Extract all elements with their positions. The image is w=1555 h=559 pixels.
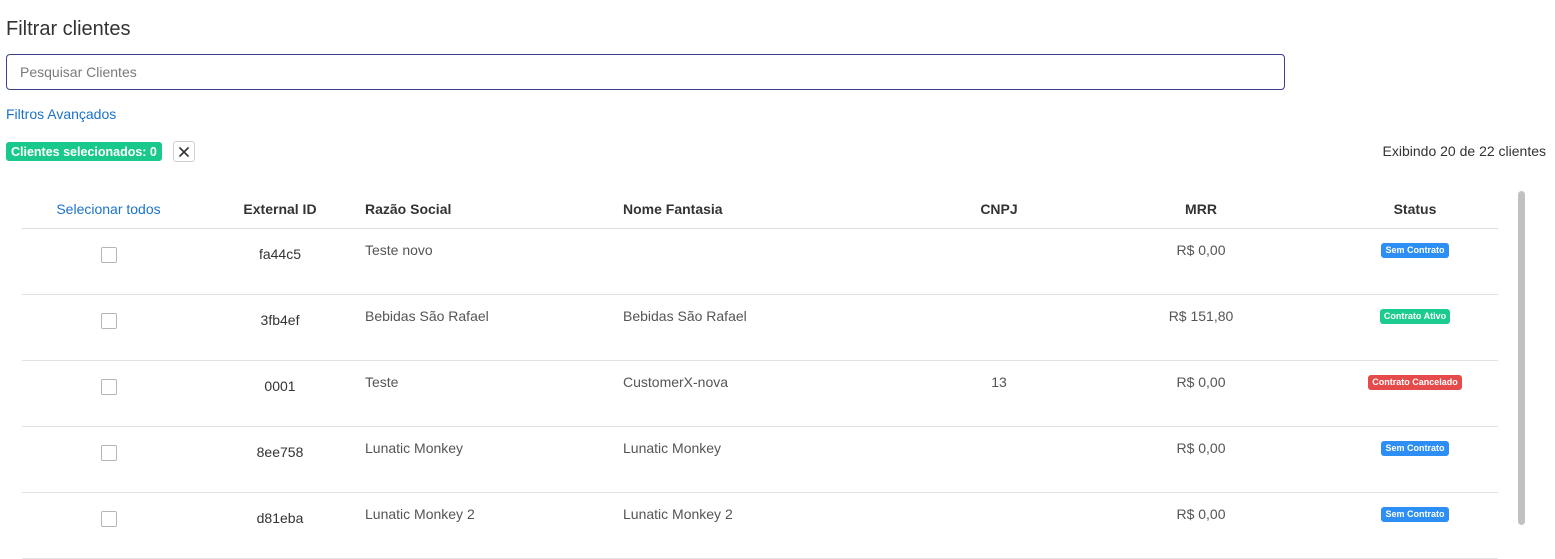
cell-cnpj [928,228,1070,295]
cnpj-value [928,427,1070,440]
row-select-cell [22,360,195,427]
cell-nome-fantasia [623,228,928,295]
cell-status: Contrato Cancelado [1332,360,1498,427]
external-id-value: 3fb4ef [260,312,300,328]
cell-mrr: R$ 0,00 [1070,360,1332,427]
clear-selection-button[interactable] [173,141,195,162]
cnpj-value [928,493,1070,506]
row-select-cell [22,294,195,361]
header-external-id: External ID [195,190,365,229]
close-icon [178,146,190,157]
cell-status: Sem Contrato [1332,228,1498,295]
cell-cnpj: 13 [928,360,1070,427]
nome-fantasia-value [623,229,928,242]
cell-razao-social: Teste novo [365,228,623,295]
cell-external-id: d81eba [195,492,365,559]
cell-cnpj [928,294,1070,361]
cell-razao-social: Lunatic Monkey [365,426,623,493]
cell-nome-fantasia: Lunatic Monkey 2 [623,492,928,559]
cell-mrr: R$ 151,80 [1070,294,1332,361]
nome-fantasia-value: CustomerX-nova [623,374,729,390]
cell-nome-fantasia: Bebidas São Rafael [623,294,928,361]
row-select-cell [22,228,195,295]
header-mrr: MRR [1070,190,1332,229]
results-counter: Exibindo 20 de 22 clientes [1382,143,1546,159]
mrr-value: R$ 0,00 [1176,440,1226,456]
table-header-row: Selecionar todos External ID Razão Socia… [22,190,1498,229]
cell-nome-fantasia: Lunatic Monkey [623,426,928,493]
nome-fantasia-value: Bebidas São Rafael [623,308,747,324]
status-badge: Sem Contrato [1381,507,1449,522]
cnpj-value [928,229,1070,242]
search-box[interactable] [6,54,1285,90]
search-input[interactable] [18,63,1284,81]
row-checkbox[interactable] [100,247,117,263]
razao-social-value: Lunatic Monkey 2 [365,506,475,522]
selected-clients-badge: Clientes selecionados: 0 [6,142,162,161]
select-all-link[interactable]: Selecionar todos [22,190,195,229]
table-row[interactable]: 3fb4ef Bebidas São Rafael Bebidas São Ra… [22,294,1498,361]
cell-razao-social: Lunatic Monkey 2 [365,492,623,559]
cell-mrr: R$ 0,00 [1070,228,1332,295]
header-status: Status [1332,190,1498,229]
mrr-value: R$ 0,00 [1176,374,1226,390]
vertical-scrollbar[interactable] [1518,191,1525,525]
cell-external-id: fa44c5 [195,228,365,295]
cnpj-value [928,295,1070,308]
table-row[interactable]: 0001 Teste CustomerX-nova 13 R$ 0,00 Con… [22,360,1498,427]
header-nome-fantasia: Nome Fantasia [623,190,928,229]
status-badge: Contrato Ativo [1379,309,1451,324]
row-checkbox[interactable] [100,379,117,395]
cnpj-value: 13 [991,374,1007,390]
cell-status: Sem Contrato [1332,492,1498,559]
external-id-value: 0001 [264,378,296,394]
table-row[interactable]: fa44c5 Teste novo R$ 0,00 Sem Contrato [22,228,1498,295]
page-title: Filtrar clientes [6,18,131,40]
header-cnpj: CNPJ [928,190,1070,229]
mrr-value: R$ 0,00 [1176,242,1226,258]
razao-social-value: Teste novo [365,242,433,258]
razao-social-value: Bebidas São Rafael [365,308,489,324]
nome-fantasia-value: Lunatic Monkey [623,440,722,456]
nome-fantasia-value: Lunatic Monkey 2 [623,506,733,522]
row-select-cell [22,492,195,559]
cell-status: Contrato Ativo [1332,294,1498,361]
advanced-filters-link[interactable]: Filtros Avançados [6,106,116,122]
razao-social-value: Teste [365,374,399,390]
cell-cnpj [928,492,1070,559]
mrr-value: R$ 0,00 [1176,506,1226,522]
mrr-value: R$ 151,80 [1168,308,1234,324]
razao-social-value: Lunatic Monkey [365,440,464,456]
row-checkbox[interactable] [100,313,117,329]
cell-external-id: 8ee758 [195,426,365,493]
status-badge: Contrato Cancelado [1368,375,1462,390]
status-badge: Sem Contrato [1381,441,1449,456]
cell-nome-fantasia: CustomerX-nova [623,360,928,427]
external-id-value: fa44c5 [258,246,302,262]
row-checkbox[interactable] [100,445,117,461]
row-select-cell [22,426,195,493]
external-id-value: d81eba [256,510,304,526]
cell-razao-social: Teste [365,360,623,427]
cell-status: Sem Contrato [1332,426,1498,493]
cell-external-id: 0001 [195,360,365,427]
cell-mrr: R$ 0,00 [1070,492,1332,559]
cell-mrr: R$ 0,00 [1070,426,1332,493]
table-row[interactable]: d81eba Lunatic Monkey 2 Lunatic Monkey 2… [22,492,1498,559]
status-badge: Sem Contrato [1381,243,1449,258]
header-razao-social: Razão Social [365,190,623,229]
clients-table: Selecionar todos External ID Razão Socia… [22,190,1498,559]
table-row[interactable]: 8ee758 Lunatic Monkey Lunatic Monkey R$ … [22,426,1498,493]
external-id-value: 8ee758 [256,444,304,460]
cell-cnpj [928,426,1070,493]
cell-external-id: 3fb4ef [195,294,365,361]
cell-razao-social: Bebidas São Rafael [365,294,623,361]
